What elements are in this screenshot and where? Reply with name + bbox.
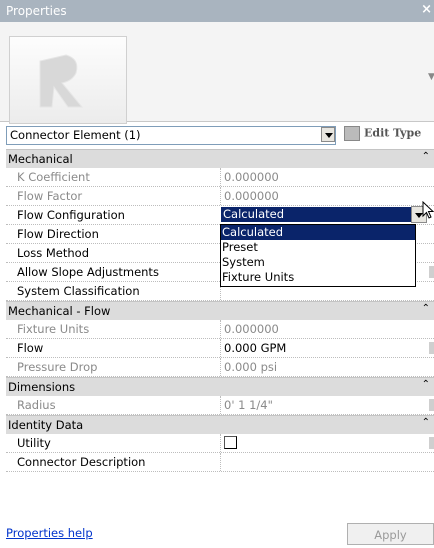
revit-placeholder-icon — [39, 54, 84, 108]
flow-configuration-options: Calculated Preset System Fixture Units — [220, 224, 416, 287]
type-thumbnail — [9, 36, 127, 124]
utility-checkbox[interactable] — [224, 436, 237, 449]
property-row: Pressure Drop 0.000 psi — [6, 358, 434, 377]
property-value[interactable]: 0.000 GPM — [220, 339, 426, 357]
chevron-down-icon[interactable] — [321, 127, 335, 142]
dropdown-option[interactable]: Calculated — [221, 225, 415, 240]
property-row: Connector Description — [6, 453, 434, 472]
property-name: Allow Slope Adjustments — [17, 265, 159, 279]
row-scroll-handle[interactable] — [429, 266, 434, 278]
title-bar[interactable]: Properties × — [0, 0, 434, 22]
type-preview-area: ▼ — [0, 22, 434, 124]
category-dimensions[interactable]: Dimensions ⌃ — [6, 377, 434, 396]
collapse-chevron-icon[interactable]: ⌃ — [422, 151, 430, 162]
property-name: Pressure Drop — [17, 360, 98, 374]
property-row: Radius 0' 1 1/4" — [6, 396, 434, 415]
category-label: Identity Data — [8, 418, 84, 432]
type-selector-value: Connector Element (1) — [10, 128, 141, 142]
property-name: Flow Factor — [17, 189, 83, 203]
property-value: 0.000000 — [220, 320, 426, 338]
palette-footer: Properties help Apply — [0, 520, 434, 548]
type-selector-dropdown[interactable]: Connector Element (1) — [6, 126, 336, 145]
window-title: Properties — [6, 4, 67, 18]
property-row: Flow 0.000 GPM — [6, 339, 434, 358]
utility-checkbox-cell — [220, 434, 426, 452]
category-mechanical[interactable]: Mechanical ⌃ — [6, 149, 434, 168]
property-value: 0.000000 — [220, 187, 426, 205]
property-value: 0' 1 1/4" — [220, 396, 426, 414]
property-row: Fixture Units 0.000000 — [6, 320, 434, 339]
category-mechanical-flow[interactable]: Mechanical - Flow ⌃ — [6, 301, 434, 320]
property-name: Flow — [17, 341, 44, 355]
collapse-chevron-icon[interactable]: ⌃ — [422, 379, 430, 390]
property-name: K Coefficient — [17, 170, 90, 184]
flow-configuration-select[interactable]: Calculated — [221, 207, 415, 222]
property-name: Radius — [17, 398, 56, 412]
category-label: Mechanical - Flow — [8, 304, 111, 318]
collapse-chevron-icon[interactable]: ⌃ — [422, 303, 430, 314]
property-name: Connector Description — [17, 455, 146, 469]
property-value: 0.000 psi — [220, 358, 426, 376]
row-scroll-handle[interactable] — [429, 399, 434, 411]
edit-type-label: Edit Type — [364, 126, 422, 140]
dropdown-option[interactable]: System — [221, 255, 415, 270]
property-name: Flow Direction — [17, 227, 99, 241]
property-name: Fixture Units — [17, 322, 90, 336]
property-row: Flow Factor 0.000000 — [6, 187, 434, 206]
dropdown-option[interactable]: Fixture Units — [221, 270, 415, 285]
apply-button[interactable]: Apply — [347, 523, 434, 545]
category-label: Mechanical — [8, 152, 73, 166]
properties-palette: Properties × ▼ Connector Element (1) Edi… — [0, 0, 434, 548]
category-identity-data[interactable]: Identity Data ⌃ — [6, 415, 434, 434]
scroll-arrow-icon[interactable]: ▼ — [428, 72, 434, 82]
edit-type-icon — [344, 126, 360, 141]
property-name: Utility — [17, 436, 51, 450]
property-name: Loss Method — [17, 246, 90, 260]
dropdown-option[interactable]: Preset — [221, 240, 415, 255]
property-name: Flow Configuration — [17, 208, 125, 222]
property-name: System Classification — [17, 284, 140, 298]
mouse-cursor-icon — [422, 201, 434, 219]
property-row: Utility — [6, 434, 434, 453]
properties-help-link[interactable]: Properties help — [6, 526, 93, 540]
property-value[interactable] — [220, 453, 426, 471]
property-value: 0.000000 — [220, 168, 426, 186]
property-row: K Coefficient 0.000000 — [6, 168, 434, 187]
edit-type-button[interactable]: Edit Type — [344, 126, 434, 143]
close-icon[interactable]: × — [421, 2, 432, 17]
type-selector-row: Connector Element (1) Edit Type — [0, 124, 434, 145]
property-row: Flow Configuration Calculated — [6, 206, 434, 225]
collapse-chevron-icon[interactable]: ⌃ — [422, 417, 430, 428]
row-scroll-handle[interactable] — [429, 437, 434, 449]
row-scroll-handle[interactable] — [429, 342, 434, 354]
properties-grid: Mechanical ⌃ K Coefficient 0.000000 Flow… — [6, 149, 434, 472]
category-label: Dimensions — [8, 380, 76, 394]
